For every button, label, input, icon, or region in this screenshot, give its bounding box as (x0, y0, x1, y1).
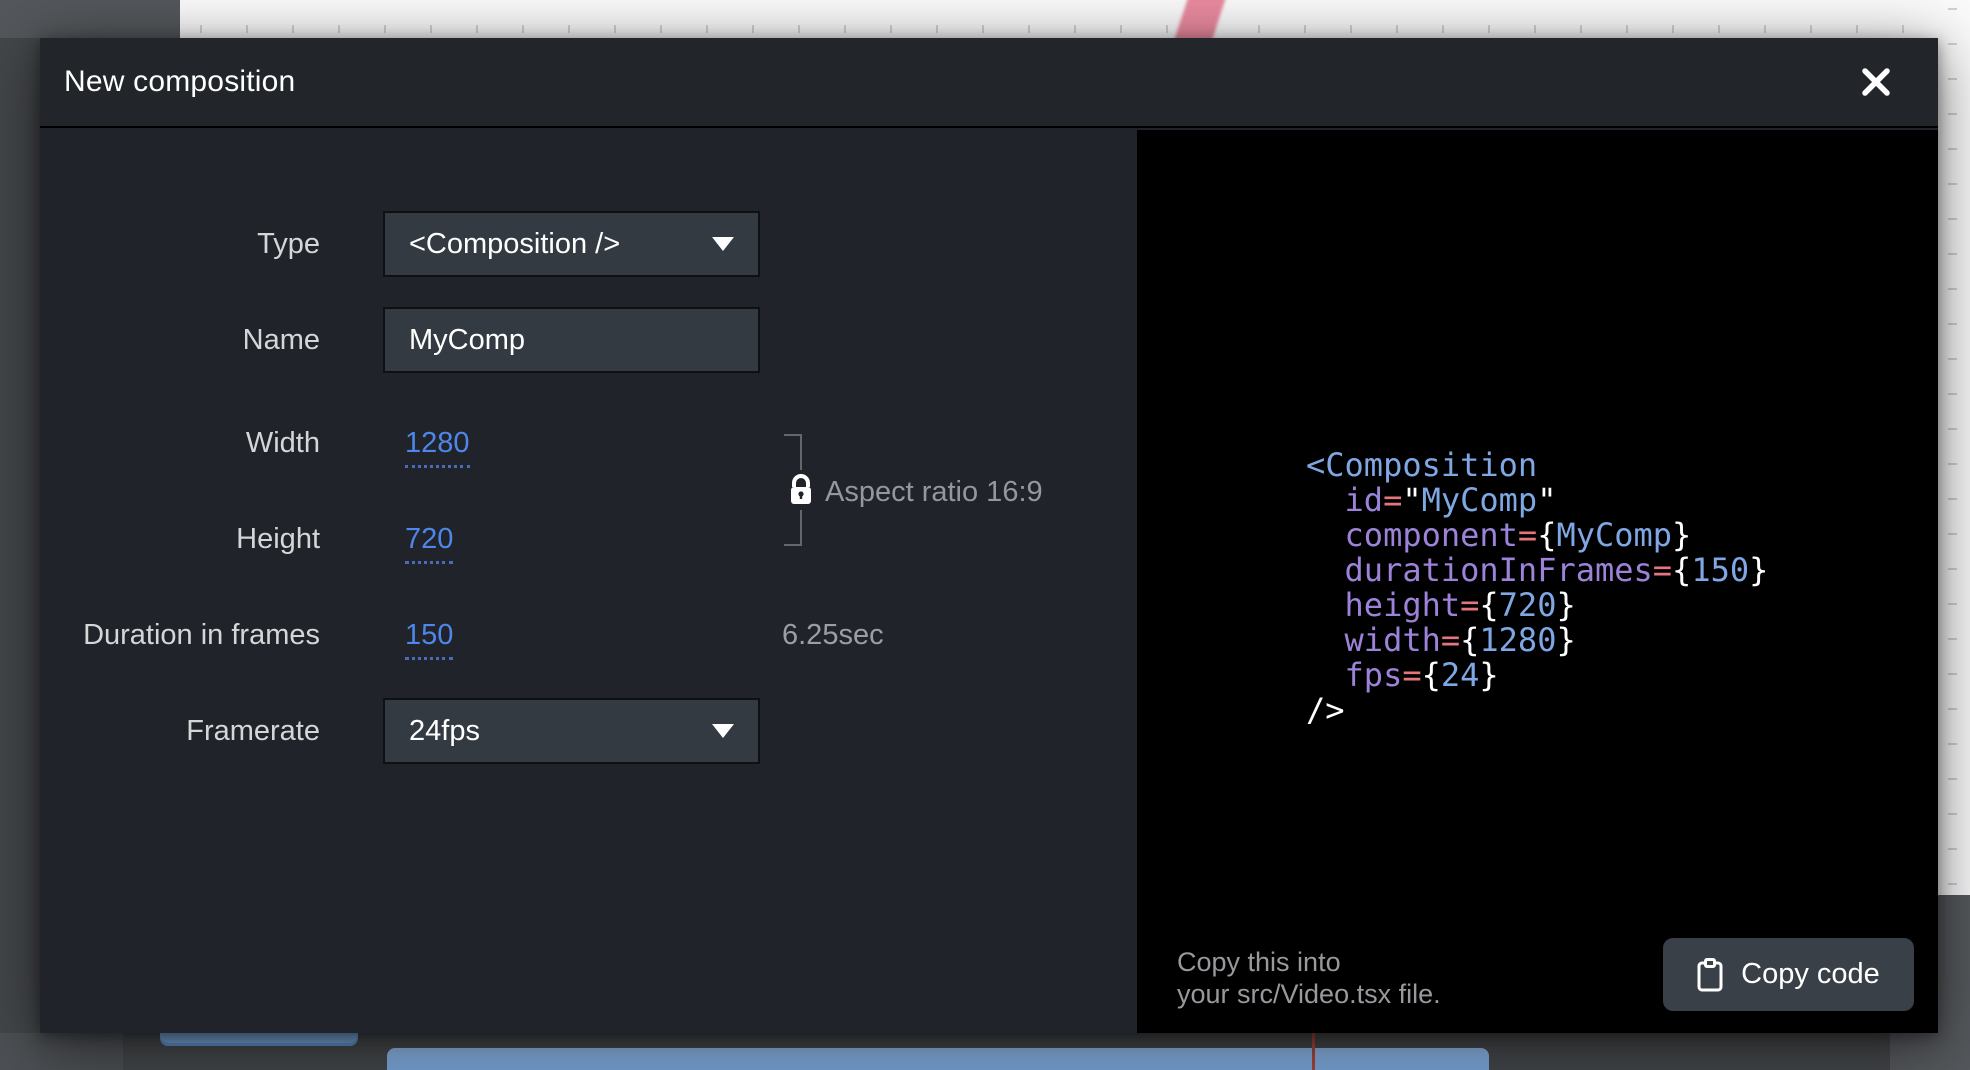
timeline-playhead (1312, 1033, 1315, 1070)
lock-icon (789, 474, 813, 506)
dialog-body: Type <Composition /> Name Width 1280 Hei… (40, 130, 1938, 1033)
dialog-title: New composition (64, 65, 295, 99)
duration-label: Duration in frames (40, 621, 320, 650)
vertical-ruler-ticks (1948, 8, 1957, 887)
duration-seconds: 6.25sec (782, 621, 884, 650)
code-snippet: <Composition id="MyComp" component={MyCo… (1306, 448, 1768, 728)
name-label: Name (40, 326, 320, 355)
type-label: Type (40, 230, 320, 259)
close-icon (1861, 67, 1891, 97)
background-canvas-top (180, 0, 1970, 38)
form-panel: Type <Composition /> Name Width 1280 Hei… (40, 130, 1137, 1033)
copy-hint-line2: your src/Video.tsx file. (1177, 978, 1441, 1010)
background-bottom-right (1890, 1033, 1970, 1070)
background-blue-button-partial (160, 1033, 358, 1046)
close-button[interactable] (1854, 60, 1898, 104)
timeline-ruler-ticks (200, 25, 1962, 33)
clipboard-icon (1697, 958, 1723, 992)
background-timeline-track (387, 1048, 1489, 1070)
dialog-header: New composition (40, 38, 1938, 128)
width-value-link[interactable]: 1280 (405, 429, 470, 468)
code-preview-panel: <Composition id="MyComp" component={MyCo… (1137, 130, 1938, 1033)
copy-hint-text: Copy this into your src/Video.tsx file. (1177, 946, 1441, 1010)
name-input[interactable] (383, 307, 760, 373)
chevron-down-icon (712, 237, 734, 251)
aspect-lock[interactable] (785, 470, 817, 510)
type-select-value: <Composition /> (409, 228, 620, 261)
framerate-label: Framerate (40, 717, 320, 746)
framerate-select[interactable]: 24fps (383, 698, 760, 764)
framerate-select-value: 24fps (409, 715, 480, 748)
height-label: Height (40, 525, 320, 554)
background-sidebar-top (0, 0, 180, 38)
duration-value-link[interactable]: 150 (405, 621, 453, 660)
aspect-ratio-label: Aspect ratio 16:9 (825, 476, 1043, 509)
copy-code-label: Copy code (1741, 958, 1880, 991)
background-bottom-left-column-2 (37, 1033, 123, 1070)
new-composition-dialog: New composition Type <Composition /> Nam… (40, 38, 1938, 1033)
type-select[interactable]: <Composition /> (383, 211, 760, 277)
background-bottom-left-column (0, 1033, 37, 1070)
width-label: Width (40, 429, 320, 458)
copy-hint-line1: Copy this into (1177, 946, 1441, 978)
background-canvas-right (1938, 0, 1970, 895)
chevron-down-icon (712, 724, 734, 738)
copy-code-button[interactable]: Copy code (1663, 938, 1914, 1011)
height-value-link[interactable]: 720 (405, 525, 453, 564)
